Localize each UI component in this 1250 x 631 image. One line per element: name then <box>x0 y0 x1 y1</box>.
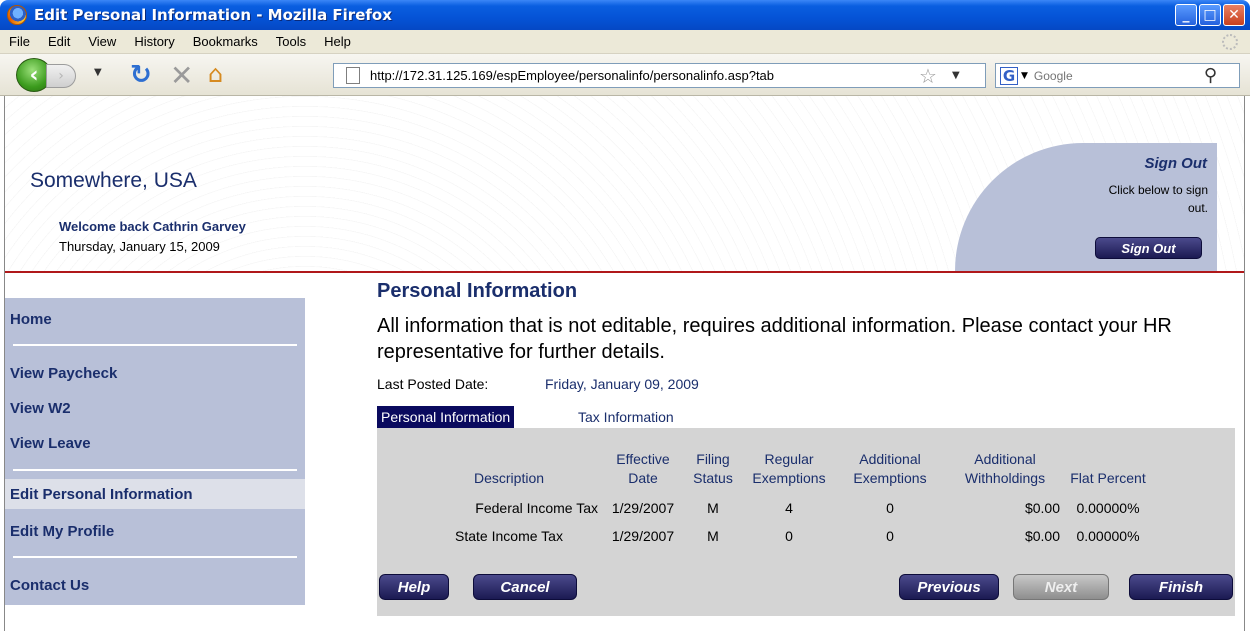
cell-additional-exemptions: 0 <box>886 528 894 544</box>
cancel-button[interactable]: Cancel <box>473 574 577 600</box>
menu-tools[interactable]: Tools <box>276 34 306 49</box>
cell-additional-withholdings: $0.00 <box>1024 500 1060 516</box>
menu-file[interactable]: File <box>9 34 30 49</box>
tax-table-panel: Description Effective Date Filing Status… <box>377 428 1235 616</box>
last-posted-label: Last Posted Date: <box>377 376 489 392</box>
google-icon[interactable]: G <box>1000 66 1018 85</box>
cell-description: Federal Income Tax <box>475 500 598 516</box>
sidebar-divider <box>13 344 297 346</box>
sidebar-divider <box>13 469 297 471</box>
cell-effective-date: 1/29/2007 <box>611 528 675 544</box>
tab-personal-information[interactable]: Personal Information <box>377 406 515 428</box>
site-header: Somewhere, USA Welcome back Cathrin Garv… <box>5 96 1244 271</box>
firefox-icon <box>7 5 27 25</box>
column-header-filing-status: Filing Status <box>693 451 733 486</box>
cell-additional-exemptions: 0 <box>886 500 894 516</box>
window-controls: _ □ ✕ <box>1175 4 1245 26</box>
sidebar-divider <box>13 556 297 558</box>
menu-help[interactable]: Help <box>324 34 351 49</box>
next-button[interactable]: Next <box>1013 574 1109 600</box>
help-button[interactable]: Help <box>379 574 449 600</box>
sign-out-title: Sign Out <box>1144 155 1208 172</box>
previous-button[interactable]: Previous <box>899 574 999 600</box>
sidebar-item-edit-personal-information[interactable]: Edit Personal Information <box>5 479 305 509</box>
tab-tax-information[interactable]: Tax Information <box>574 406 678 428</box>
sign-out-note: Click below to sign out. <box>1108 183 1208 215</box>
maximize-button[interactable]: □ <box>1199 4 1221 26</box>
stop-icon[interactable]: ✕ <box>170 59 193 92</box>
header-divider <box>5 271 1244 273</box>
page-icon <box>346 67 360 84</box>
table-row: State Income Tax 1/29/2007 M 0 0 $0.00 0… <box>415 522 1151 550</box>
throbber-icon <box>1222 34 1238 50</box>
welcome-message: Welcome back Cathrin Garvey <box>59 219 246 234</box>
sidebar-item-view-paycheck[interactable]: View Paycheck <box>5 358 305 388</box>
cell-effective-date: 1/29/2007 <box>611 500 675 516</box>
sidebar-item-edit-my-profile[interactable]: Edit My Profile <box>5 516 305 546</box>
sidebar-item-contact-us[interactable]: Contact Us <box>5 570 305 600</box>
page-viewport: Somewhere, USA Welcome back Cathrin Garv… <box>4 96 1245 631</box>
search-icon[interactable]: ⚲ <box>1204 65 1217 86</box>
page-title: Personal Information <box>377 280 578 302</box>
menu-bookmarks[interactable]: Bookmarks <box>193 34 258 49</box>
address-bar[interactable]: http://172.31.125.169/espEmployee/person… <box>333 63 986 88</box>
bookmark-star-icon[interactable]: ☆ <box>919 64 937 88</box>
sidebar-item-view-w2[interactable]: View W2 <box>5 393 305 423</box>
column-header-effective-date: Effective Date <box>616 451 670 486</box>
last-posted-value: Friday, January 09, 2009 <box>545 376 699 392</box>
current-date: Thursday, January 15, 2009 <box>59 239 220 254</box>
action-buttons: Help Cancel Previous Next Finish <box>377 574 1235 600</box>
menu-view[interactable]: View <box>88 34 116 49</box>
home-icon[interactable]: ⌂ <box>208 60 223 88</box>
cell-regular-exemptions: 4 <box>785 500 793 516</box>
column-header-flat-percent: Flat Percent <box>1070 470 1146 486</box>
finish-button[interactable]: Finish <box>1129 574 1233 600</box>
column-header-description: Description <box>473 470 545 486</box>
forward-button[interactable]: › <box>46 64 76 88</box>
search-input[interactable] <box>1033 68 1204 83</box>
cell-flat-percent: 0.00000% <box>1076 528 1140 544</box>
menu-history[interactable]: History <box>134 34 174 49</box>
cell-flat-percent: 0.00000% <box>1076 500 1140 516</box>
cell-filing-status: M <box>707 528 719 544</box>
table-header-row: Description Effective Date Filing Status… <box>415 450 1151 494</box>
url-text[interactable]: http://172.31.125.169/espEmployee/person… <box>370 68 915 83</box>
search-engine-dropdown-icon[interactable]: ▼ <box>1021 71 1028 81</box>
cell-description: State Income Tax <box>455 528 563 544</box>
column-header-additional-exemptions: Additional Exemptions <box>853 451 927 486</box>
cell-filing-status: M <box>707 500 719 516</box>
cell-regular-exemptions: 0 <box>785 528 793 544</box>
history-dropdown-icon[interactable]: ▼ <box>94 67 102 78</box>
sidebar: Home View Paycheck View W2 View Leave Ed… <box>5 298 305 605</box>
menu-edit[interactable]: Edit <box>48 34 70 49</box>
navigation-toolbar: ‹ › ▼ ↻ ✕ ⌂ http://172.31.125.169/espEmp… <box>0 54 1250 96</box>
url-dropdown-icon[interactable]: ▼ <box>952 70 960 81</box>
search-bar[interactable]: G ▼ ⚲ <box>995 63 1240 88</box>
close-button[interactable]: ✕ <box>1223 4 1245 26</box>
cell-additional-withholdings: $0.00 <box>1024 528 1060 544</box>
column-header-additional-withholdings: Additional Withholdings <box>964 451 1046 486</box>
info-notice: All information that is not editable, re… <box>377 315 1172 363</box>
sidebar-item-home[interactable]: Home <box>5 304 305 334</box>
tax-table: Description Effective Date Filing Status… <box>415 450 1151 550</box>
column-header-regular-exemptions: Regular Exemptions <box>752 451 826 486</box>
title-bar: Edit Personal Information - Mozilla Fire… <box>0 0 1250 30</box>
reload-icon[interactable]: ↻ <box>130 60 152 90</box>
menu-bar: File Edit View History Bookmarks Tools H… <box>0 30 1250 54</box>
table-row: Federal Income Tax 1/29/2007 M 4 0 $0.00… <box>415 494 1151 522</box>
minimize-button[interactable]: _ <box>1175 4 1197 26</box>
org-name: Somewhere, USA <box>30 169 197 192</box>
window-title: Edit Personal Information - Mozilla Fire… <box>34 6 392 24</box>
sign-out-button[interactable]: Sign Out <box>1095 237 1202 259</box>
sidebar-item-view-leave[interactable]: View Leave <box>5 428 305 458</box>
